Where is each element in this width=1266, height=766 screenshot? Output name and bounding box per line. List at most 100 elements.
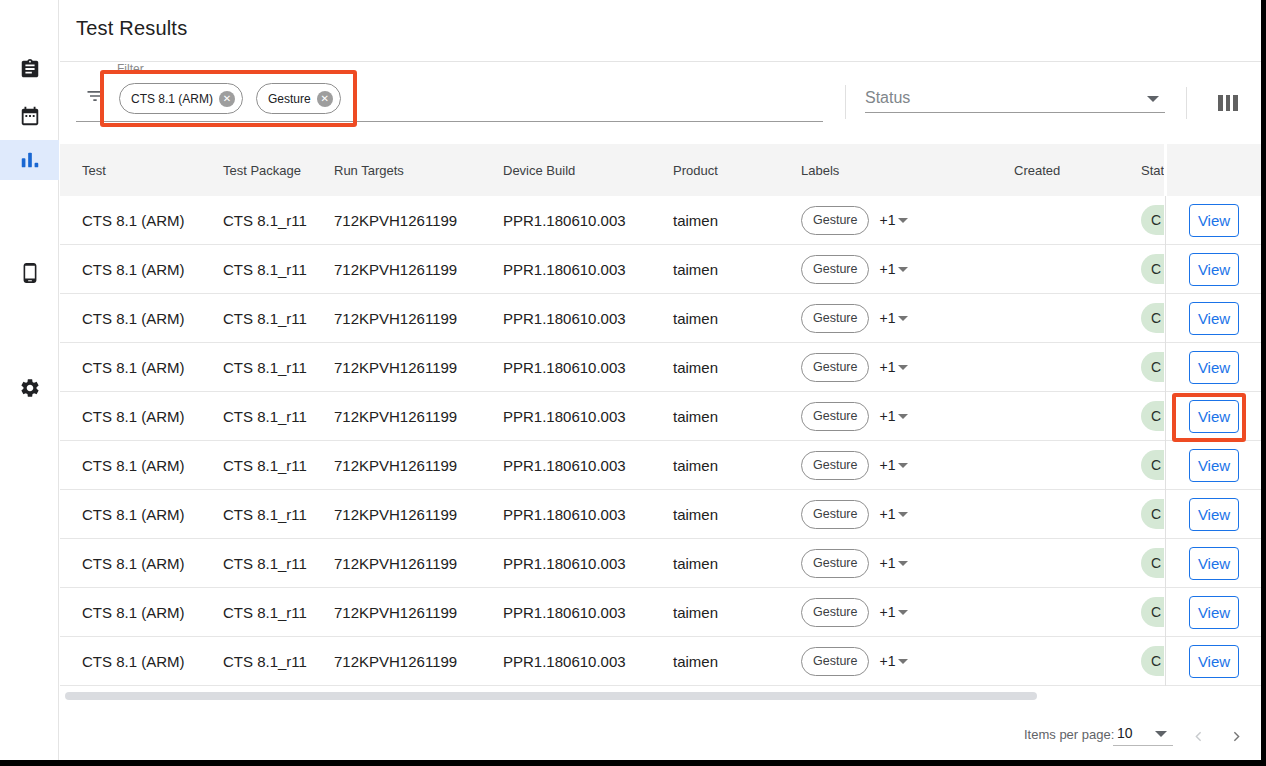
status-chip: C	[1141, 548, 1164, 578]
more-labels[interactable]: +1	[879, 555, 895, 571]
caret-down-icon[interactable]	[898, 463, 908, 468]
table-row[interactable]: CTS 8.1 (ARM) CTS 8.1_r11 712KPVH1261199…	[60, 392, 1266, 441]
label-chip[interactable]: Gesture	[801, 598, 869, 627]
screen-edge-right	[1261, 0, 1266, 766]
view-button[interactable]: View	[1189, 596, 1239, 629]
cell-device-build: PPR1.180610.003	[503, 506, 673, 523]
table-row[interactable]: CTS 8.1 (ARM) CTS 8.1_r11 712KPVH1261199…	[60, 196, 1266, 245]
cell-test: CTS 8.1 (ARM)	[82, 653, 223, 670]
caret-down-icon[interactable]	[898, 365, 908, 370]
cell-test-package: CTS 8.1_r11	[223, 555, 334, 572]
caret-down-icon[interactable]	[898, 610, 908, 615]
table-row[interactable]: CTS 8.1 (ARM) CTS 8.1_r11 712KPVH1261199…	[60, 343, 1266, 392]
view-button[interactable]: View	[1189, 204, 1239, 237]
cell-product: taimen	[673, 408, 801, 425]
cell-test-package: CTS 8.1_r11	[223, 310, 334, 327]
table-row[interactable]: CTS 8.1 (ARM) CTS 8.1_r11 712KPVH1261199…	[60, 441, 1266, 490]
toolbar-divider	[845, 85, 846, 119]
view-button[interactable]: View	[1189, 449, 1239, 482]
more-labels[interactable]: +1	[879, 506, 895, 522]
cell-test-package: CTS 8.1_r11	[223, 359, 334, 376]
label-chip[interactable]: Gesture	[801, 647, 869, 676]
cell-test: CTS 8.1 (ARM)	[82, 310, 223, 327]
test-results-page: Test Results Filter CTS 8.1 (ARM)✕ Gestu…	[0, 0, 1266, 766]
sidebar-item-test-results[interactable]	[0, 140, 59, 180]
cell-test-package: CTS 8.1_r11	[223, 261, 334, 278]
clipboard-icon	[19, 58, 41, 80]
items-per-page-value[interactable]: 10	[1117, 725, 1133, 741]
table-row[interactable]: CTS 8.1 (ARM) CTS 8.1_r11 712KPVH1261199…	[60, 588, 1266, 637]
column-header: Created	[1014, 163, 1141, 178]
more-labels[interactable]: +1	[879, 359, 895, 375]
more-labels[interactable]: +1	[879, 310, 895, 326]
view-column-icon[interactable]	[1218, 95, 1238, 111]
caret-down-icon[interactable]	[898, 218, 908, 223]
view-button[interactable]: View	[1189, 645, 1239, 678]
more-labels[interactable]: +1	[879, 457, 895, 473]
caret-down-icon[interactable]	[1147, 96, 1159, 102]
cell-run-targets: 712KPVH1261199	[334, 261, 503, 278]
caret-down-icon[interactable]	[898, 414, 908, 419]
caret-down-icon[interactable]	[898, 316, 908, 321]
sidebar-item-test-plans[interactable]	[0, 49, 59, 89]
table-row[interactable]: CTS 8.1 (ARM) CTS 8.1_r11 712KPVH1261199…	[60, 637, 1266, 686]
cell-device-build: PPR1.180610.003	[503, 457, 673, 474]
cell-status: C	[1141, 352, 1164, 382]
cell-test: CTS 8.1 (ARM)	[82, 359, 223, 376]
cell-labels: Gesture +1	[801, 255, 1014, 284]
cell-product: taimen	[673, 555, 801, 572]
view-button[interactable]: View	[1189, 302, 1239, 335]
label-chip[interactable]: Gesture	[801, 353, 869, 382]
cell-status: C	[1141, 646, 1164, 676]
label-chip[interactable]: Gesture	[801, 451, 869, 480]
cell-status: C	[1141, 401, 1164, 431]
more-labels[interactable]: +1	[879, 408, 895, 424]
column-header: Product	[673, 163, 801, 178]
caret-down-icon[interactable]	[898, 561, 908, 566]
status-select[interactable]: Status	[865, 89, 910, 107]
screen-edge-bottom	[0, 760, 1266, 766]
column-header: Status	[1141, 163, 1164, 178]
view-button[interactable]: View	[1189, 351, 1239, 384]
more-labels[interactable]: +1	[879, 653, 895, 669]
label-chip[interactable]: Gesture	[801, 549, 869, 578]
label-chip[interactable]: Gesture	[801, 500, 869, 529]
cell-labels: Gesture +1	[801, 598, 1014, 627]
cell-test: CTS 8.1 (ARM)	[82, 457, 223, 474]
sidebar-item-devices[interactable]	[0, 253, 59, 293]
cell-test-package: CTS 8.1_r11	[223, 457, 334, 474]
chevron-right-icon[interactable]	[1228, 728, 1245, 745]
label-chip[interactable]: Gesture	[801, 255, 869, 284]
table-row[interactable]: CTS 8.1 (ARM) CTS 8.1_r11 712KPVH1261199…	[60, 245, 1266, 294]
cell-status: C	[1141, 597, 1164, 627]
horizontal-scrollbar[interactable]	[65, 692, 1037, 700]
label-chip[interactable]: Gesture	[801, 304, 869, 333]
view-button[interactable]: View	[1189, 253, 1239, 286]
gear-icon	[19, 377, 41, 399]
caret-down-icon[interactable]	[1155, 731, 1167, 737]
caret-down-icon[interactable]	[898, 512, 908, 517]
cell-run-targets: 712KPVH1261199	[334, 555, 503, 572]
actions-column-divider	[1165, 196, 1166, 686]
sidebar-item-settings[interactable]	[0, 368, 59, 408]
label-chip[interactable]: Gesture	[801, 206, 869, 235]
view-button[interactable]: View	[1189, 498, 1239, 531]
more-labels[interactable]: +1	[879, 604, 895, 620]
sidebar-item-schedule[interactable]	[0, 96, 59, 136]
cell-labels: Gesture +1	[801, 500, 1014, 529]
caret-down-icon[interactable]	[898, 267, 908, 272]
cell-test: CTS 8.1 (ARM)	[82, 506, 223, 523]
table-row[interactable]: CTS 8.1 (ARM) CTS 8.1_r11 712KPVH1261199…	[60, 539, 1266, 588]
table-row[interactable]: CTS 8.1 (ARM) CTS 8.1_r11 712KPVH1261199…	[60, 490, 1266, 539]
caret-down-icon[interactable]	[898, 659, 908, 664]
cell-test-package: CTS 8.1_r11	[223, 212, 334, 229]
label-chip[interactable]: Gesture	[801, 402, 869, 431]
view-button[interactable]: View	[1189, 547, 1239, 580]
more-labels[interactable]: +1	[879, 261, 895, 277]
cell-test: CTS 8.1 (ARM)	[82, 212, 223, 229]
chevron-left-icon[interactable]	[1190, 728, 1207, 745]
cell-status: C	[1141, 499, 1164, 529]
cell-labels: Gesture +1	[801, 451, 1014, 480]
table-row[interactable]: CTS 8.1 (ARM) CTS 8.1_r11 712KPVH1261199…	[60, 294, 1266, 343]
more-labels[interactable]: +1	[879, 212, 895, 228]
